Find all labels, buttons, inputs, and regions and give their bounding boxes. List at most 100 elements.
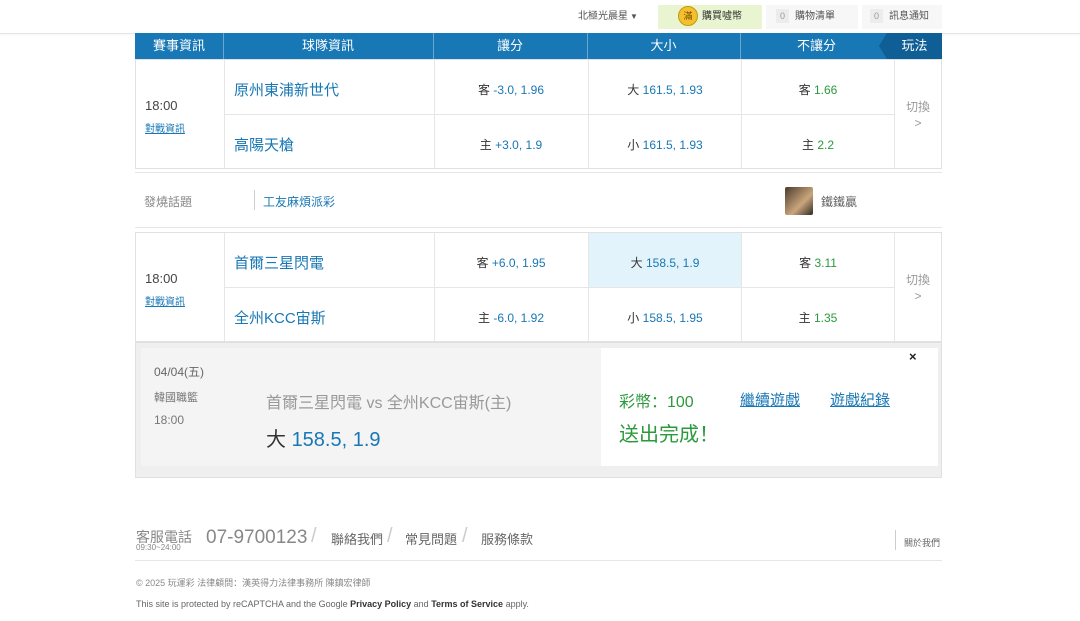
odds-value: 158.5, 1.95 bbox=[642, 311, 703, 325]
copyright-text: © 2025 玩運彩 法律顧問：漢英得力法律事務所 陳鎮宏律師 bbox=[136, 578, 371, 588]
spread-home-odds[interactable]: 主 +3.0, 1.9 bbox=[435, 136, 587, 153]
odds-side: 客 bbox=[798, 83, 811, 97]
buy-coins-button[interactable]: 滿購買噓幣 bbox=[658, 5, 762, 29]
switch-label: 切換 bbox=[905, 273, 930, 287]
recaptcha-apply: apply. bbox=[503, 599, 529, 609]
recaptcha-and: and bbox=[411, 599, 432, 609]
hot-topic-bar: 發燒話題 工友麻煩派彩 鐵鐵贏 bbox=[135, 172, 942, 228]
game-row: 18:00 對戰資訊 首爾三星閃電 全州KCC宙斯 客 +6.0, 1.95 主… bbox=[135, 232, 942, 342]
odds-value: 158.5, 1.9 bbox=[645, 256, 700, 270]
cart-button[interactable]: 0 購物清單 bbox=[766, 5, 858, 29]
odds-side: 客 bbox=[476, 256, 489, 270]
odds-side: 客 bbox=[477, 83, 490, 97]
game-row: 18:00 對戰資訊 原州東浦新世代 高陽天槍 客 -3.0, 1.96 主 +… bbox=[135, 59, 942, 169]
odds-side: 主 bbox=[801, 138, 814, 152]
matchup-info-link[interactable]: 對戰資訊 bbox=[145, 120, 185, 135]
odds-side: 主 bbox=[479, 138, 492, 152]
footer-divider bbox=[135, 560, 942, 561]
moneyline-home-odds[interactable]: 主 1.35 bbox=[742, 309, 894, 326]
moneyline-home-odds[interactable]: 主 2.2 bbox=[742, 136, 894, 153]
game-time: 18:00 bbox=[145, 271, 178, 286]
hot-topic-label: 發燒話題 bbox=[144, 195, 193, 209]
top-bar: 北極光晨星 ▼ 滿購買噓幣 0 購物清單 0 訊息通知 bbox=[0, 0, 1080, 34]
odds-side: 大 bbox=[627, 83, 640, 97]
header-total: 大小 bbox=[650, 38, 677, 53]
notifications-button[interactable]: 0 訊息通知 bbox=[862, 5, 942, 29]
faq-link[interactable]: 常見問題 bbox=[405, 529, 457, 548]
phone-number: 07-9700123 bbox=[206, 527, 308, 548]
chevron-right-icon: > bbox=[914, 116, 922, 130]
away-team[interactable]: 首爾三星閃電 bbox=[234, 252, 324, 273]
coin-amount: 彩幣：100 bbox=[619, 394, 694, 411]
game-time-cell: 18:00 對戰資訊 bbox=[136, 233, 225, 341]
notify-label: 訊息通知 bbox=[889, 11, 930, 22]
odds-value: 1.66 bbox=[814, 83, 838, 97]
spread-away-odds[interactable]: 客 -3.0, 1.96 bbox=[435, 81, 587, 98]
odds-value: 161.5, 1.93 bbox=[642, 83, 703, 97]
topic-user-name[interactable]: 鐵鐵贏 bbox=[821, 193, 857, 210]
privacy-policy-link[interactable]: Privacy Policy bbox=[350, 599, 411, 609]
terms-link[interactable]: 服務條款 bbox=[481, 529, 533, 548]
close-icon[interactable]: × bbox=[909, 349, 917, 364]
cart-label: 購物清單 bbox=[795, 11, 836, 22]
odds-value: 1.35 bbox=[814, 311, 838, 325]
odds-value: 3.11 bbox=[814, 256, 837, 270]
moneyline-away-odds[interactable]: 客 1.66 bbox=[742, 81, 894, 98]
continue-game-link[interactable]: 繼續遊戲 bbox=[740, 389, 800, 410]
bet-summary: 04/04(五) 韓國職籃 18:00 首爾三星閃電 vs 全州KCC宙斯(主)… bbox=[141, 348, 601, 466]
away-team[interactable]: 原州東浦新世代 bbox=[234, 79, 339, 100]
moneyline-away-odds[interactable]: 客 3.11 bbox=[742, 254, 894, 271]
coin-icon: 滿 bbox=[678, 6, 698, 27]
slash-divider: / bbox=[311, 525, 317, 547]
header-play-type[interactable]: 玩法 bbox=[879, 33, 942, 59]
odds-value: +3.0, 1.9 bbox=[495, 138, 543, 152]
terms-of-service-link[interactable]: Terms of Service bbox=[431, 599, 503, 609]
odds-value: 2.2 bbox=[817, 138, 835, 152]
switch-play-button[interactable]: 切換 > bbox=[894, 60, 942, 168]
home-team[interactable]: 全州KCC宙斯 bbox=[234, 307, 326, 328]
matchup-info-link[interactable]: 對戰資訊 bbox=[145, 293, 185, 308]
avatar[interactable] bbox=[785, 187, 813, 215]
odds-value: -3.0, 1.96 bbox=[493, 83, 545, 97]
switch-label: 切換 bbox=[905, 100, 930, 114]
chevron-right-icon: > bbox=[914, 289, 922, 303]
spread-home-odds[interactable]: 主 -6.0, 1.92 bbox=[435, 309, 587, 326]
header-spread: 讓分 bbox=[496, 38, 523, 53]
odds-table-header: 賽事資訊 球隊資訊 讓分 大小 不讓分 玩法 bbox=[135, 33, 942, 59]
bet-side: 大 bbox=[266, 429, 286, 451]
odds-side: 小 bbox=[627, 138, 640, 152]
buy-coins-label: 購買噓幣 bbox=[702, 11, 742, 22]
submit-complete-message: 送出完成！ bbox=[619, 424, 719, 446]
bet-selection: 大 158.5, 1.9 bbox=[266, 423, 381, 452]
total-over-odds[interactable]: 大 158.5, 1.9 bbox=[589, 254, 741, 271]
odds-side: 大 bbox=[630, 256, 643, 270]
odds-value: +6.0, 1.95 bbox=[491, 256, 546, 270]
cart-count-badge: 0 bbox=[776, 9, 790, 23]
user-menu[interactable]: 北極光晨星 ▼ bbox=[578, 5, 638, 29]
contact-us-link[interactable]: 聯絡我們 bbox=[331, 529, 383, 548]
phone-hours: 09:30~24:00 bbox=[136, 543, 181, 552]
total-over-odds[interactable]: 大 161.5, 1.93 bbox=[589, 81, 741, 98]
total-under-odds[interactable]: 小 158.5, 1.95 bbox=[589, 309, 741, 326]
bet-date: 04/04(五) bbox=[154, 365, 205, 379]
bet-matchup: 首爾三星閃電 vs 全州KCC宙斯(主) bbox=[266, 395, 512, 412]
total-under-odds[interactable]: 小 161.5, 1.93 bbox=[589, 136, 741, 153]
recaptcha-notice: This site is protected by reCAPTCHA and … bbox=[136, 599, 529, 609]
switch-play-button[interactable]: 切換 > bbox=[894, 233, 942, 341]
row-divider bbox=[224, 114, 894, 115]
odds-value: -6.0, 1.92 bbox=[493, 311, 545, 325]
about-us-link[interactable]: 關於我們 bbox=[904, 536, 940, 549]
recaptcha-text: This site is protected by reCAPTCHA and … bbox=[136, 599, 351, 609]
topic-divider bbox=[254, 190, 255, 210]
header-team-info: 球隊資訊 bbox=[301, 38, 354, 53]
spread-away-odds[interactable]: 客 +6.0, 1.95 bbox=[435, 254, 587, 271]
header-moneyline: 不讓分 bbox=[796, 38, 836, 53]
game-time: 18:00 bbox=[145, 98, 178, 113]
game-record-link[interactable]: 遊戲紀錄 bbox=[830, 389, 890, 410]
about-divider bbox=[895, 530, 896, 550]
slash-divider: / bbox=[387, 525, 393, 547]
hot-topic-link[interactable]: 工友麻煩派彩 bbox=[263, 193, 335, 210]
header-event-info: 賽事資訊 bbox=[152, 38, 205, 53]
home-team[interactable]: 高陽天槍 bbox=[234, 134, 294, 155]
user-name: 北極光晨星 bbox=[578, 11, 628, 22]
